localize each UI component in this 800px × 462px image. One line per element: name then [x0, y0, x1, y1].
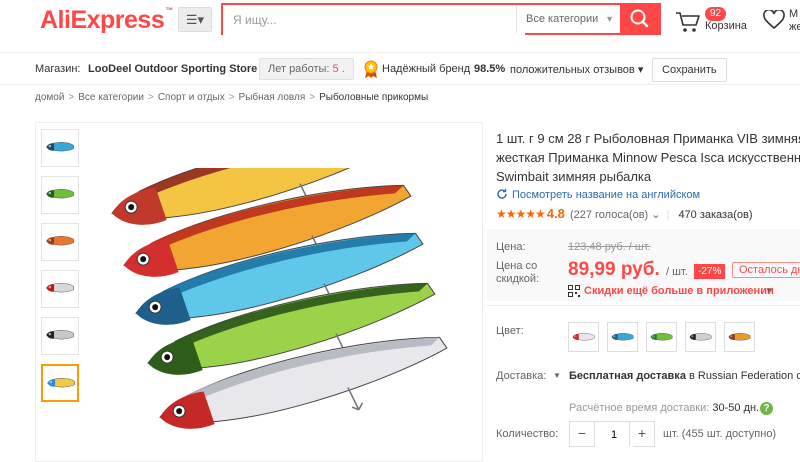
current-price: 89,99 руб. — [568, 259, 660, 280]
discount-badge: -27% — [694, 264, 726, 279]
main-product-image[interactable] — [96, 168, 466, 458]
cart-label: Корзина — [705, 20, 747, 32]
discount-price-label: Цена со скидкой: — [496, 260, 540, 285]
positive-feedback-dropdown[interactable]: положительных отзывов ▾ — [510, 63, 643, 76]
thumbnail-3[interactable] — [41, 223, 79, 261]
thumbnail-2[interactable] — [41, 176, 79, 214]
breadcrumb-home[interactable]: домой — [35, 92, 64, 103]
thumbnail-1[interactable] — [41, 129, 79, 167]
quantity-input[interactable] — [595, 422, 633, 448]
thumbnail-5[interactable] — [41, 317, 79, 355]
time-left-badge: Осталось дн — [732, 262, 800, 278]
trusted-brand-label: Надёжный бренд — [382, 63, 471, 75]
delivery-option[interactable]: Бесплатная доставка в Russian Federation… — [569, 370, 800, 382]
quantity-plus-button[interactable]: + — [629, 422, 654, 446]
breadcrumb-fishing[interactable]: Рыбная ловля — [239, 92, 306, 103]
breadcrumb-all-categories[interactable]: Все категории — [78, 92, 144, 103]
orders-count: 470 заказа(ов) — [678, 209, 753, 221]
chevron-down-icon[interactable]: ▼ — [553, 371, 561, 380]
breadcrumb-sport[interactable]: Спорт и отдых — [158, 92, 225, 103]
color-swatch-orange[interactable] — [724, 322, 755, 352]
old-price: 123,48 руб. / шт. — [568, 241, 651, 253]
search-input[interactable] — [223, 5, 525, 35]
rating-stars-icon: ★★★★★ — [496, 207, 546, 221]
quantity-minus-button[interactable]: − — [570, 422, 595, 446]
chevron-down-icon: ▼ — [605, 14, 614, 24]
thumbnail-6[interactable] — [41, 364, 79, 402]
delivery-eta: Расчётное время доставки: 30-50 дн. — [569, 402, 760, 414]
cart-icon — [676, 12, 700, 32]
thumbnail-4[interactable] — [41, 270, 79, 308]
wishlist-button[interactable]: М же — [763, 8, 800, 35]
available-quantity: шт. (455 шт. доступно) — [663, 428, 777, 440]
refresh-icon — [497, 189, 507, 199]
translate-title-link[interactable]: Посмотреть название на английском — [496, 188, 700, 201]
color-label: Цвет: — [496, 325, 524, 337]
product-title: 1 шт. г 9 см 28 г Рыболовная Приманка VI… — [496, 131, 800, 184]
save-store-button[interactable]: Сохранить — [652, 58, 727, 82]
quantity-stepper: − + — [569, 421, 655, 448]
price-unit: / шт. — [666, 266, 688, 278]
aliexpress-logo[interactable]: AliExpress™ — [40, 6, 173, 35]
categories-menu-button[interactable]: ☰▾ — [178, 7, 212, 32]
color-swatch-blue[interactable] — [607, 322, 638, 352]
delivery-label: Доставка: — [496, 370, 547, 382]
price-label: Цена: — [496, 241, 526, 253]
color-swatch-silver-black[interactable] — [685, 322, 716, 352]
store-label: Магазин: — [35, 63, 81, 75]
store-name-link[interactable]: LooDeel Outdoor Sporting Store — [88, 63, 257, 75]
color-swatch-green[interactable] — [646, 322, 677, 352]
positive-feedback-percent: 98.5% — [474, 63, 506, 75]
quantity-label: Количество: — [496, 428, 559, 440]
color-swatch-red-head[interactable] — [568, 322, 599, 352]
search-icon — [630, 9, 649, 28]
qr-code-icon — [568, 285, 580, 297]
store-years-badge: Лет работы: 5 . — [259, 58, 354, 80]
votes-link[interactable]: (227 голоса(ов) ⌄ — [570, 209, 661, 221]
search-category-dropdown[interactable]: Все категории ▼ — [516, 5, 620, 33]
store-info-bar: Магазин: LooDeel Outdoor Sporting Store … — [0, 52, 800, 85]
rating-row: ★★★★★ 4.8 (227 голоса(ов) ⌄ | 470 заказа(о… — [496, 206, 753, 221]
site-header: AliExpress™ ☰▾ Все категории ▼ 92 Корзина… — [0, 0, 800, 46]
cart-button[interactable]: 92 Корзина — [675, 6, 755, 40]
search-category-label: Все категории — [526, 13, 599, 25]
help-icon[interactable]: ? — [760, 402, 773, 415]
app-discount-link[interactable]: Скидки ещё больше в приложении — [584, 285, 774, 297]
search-bar: Все категории ▼ — [221, 3, 661, 35]
divider — [486, 305, 800, 306]
chevron-down-icon: ⌄ — [651, 209, 661, 221]
breadcrumb-current: Рыболовные прикормы — [319, 92, 429, 103]
medal-icon — [364, 60, 378, 78]
heart-icon — [763, 8, 785, 30]
price-box: Цена: 123,48 руб. / шт. Цена со скидкой:… — [486, 229, 800, 301]
rating-value: 4.8 — [546, 206, 565, 221]
breadcrumb: домой > Все категории > Спорт и отдых > Рыбная… — [35, 92, 429, 103]
wishlist-label: М же — [789, 8, 800, 33]
cart-count-badge: 92 — [705, 7, 727, 21]
chevron-down-icon: ▼ — [765, 286, 773, 295]
search-button[interactable] — [620, 5, 659, 33]
